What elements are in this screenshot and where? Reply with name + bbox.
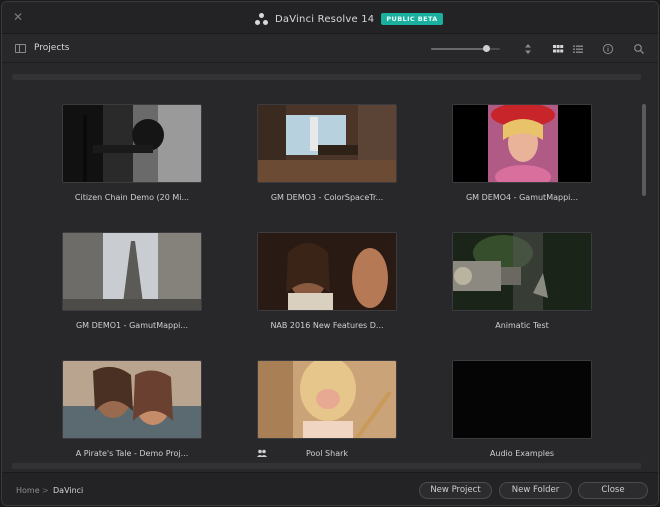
project-name: Citizen Chain Demo (20 Mi... [74, 193, 190, 202]
toolbar: Projects [2, 35, 658, 63]
project-thumbnail[interactable] [452, 104, 592, 183]
sort-icon[interactable] [522, 43, 534, 55]
close-button[interactable]: Close [578, 482, 648, 499]
project-name: GM DEMO1 - GamutMappi... [75, 321, 189, 330]
new-project-button[interactable]: New Project [419, 482, 492, 499]
search-icon[interactable] [633, 43, 645, 55]
project-thumbnail[interactable] [452, 232, 592, 311]
breadcrumb-current: DaVinci [53, 486, 84, 495]
project-manager-window: ✕ DaVinci Resolve 14 PUBLIC BETA Project… [1, 1, 659, 506]
project-thumbnail[interactable] [257, 360, 397, 439]
project-thumbnail[interactable] [62, 360, 202, 439]
project-name: GM DEMO3 - ColorSpaceTr... [270, 193, 384, 202]
project-thumbnail[interactable] [257, 104, 397, 183]
top-divider [12, 74, 641, 80]
info-icon[interactable] [602, 43, 614, 55]
breadcrumb-home[interactable]: Home [16, 486, 40, 496]
grid-view-icon[interactable] [552, 43, 564, 55]
breadcrumb-separator: > [42, 486, 49, 495]
beta-badge: PUBLIC BETA [381, 13, 443, 25]
app-title: DaVinci Resolve 14 [275, 13, 375, 25]
footer-bar: Home > DaVinci New Project New Folder Cl… [2, 472, 658, 505]
bottom-divider [12, 463, 641, 469]
thumbnail-size-slider[interactable] [431, 45, 500, 52]
slider-thumb[interactable] [483, 45, 491, 52]
project-thumbnail[interactable] [257, 232, 397, 311]
vertical-scrollbar[interactable] [642, 104, 646, 196]
projects-label: Projects [34, 43, 70, 53]
list-view-icon[interactable] [572, 43, 584, 55]
project-name: NAB 2016 New Features D... [270, 321, 384, 330]
project-name: GM DEMO4 - GamutMappi... [465, 193, 579, 202]
close-window-icon[interactable]: ✕ [13, 10, 23, 24]
project-thumbnail[interactable] [62, 232, 202, 311]
title-bar: ✕ DaVinci Resolve 14 PUBLIC BETA [2, 2, 658, 34]
panel-toggle-icon[interactable] [15, 44, 26, 53]
project-name: Pool Shark [305, 449, 349, 458]
title-group: DaVinci Resolve 14 PUBLIC BETA [255, 11, 443, 27]
davinci-logo-icon [255, 12, 269, 26]
project-name: A Pirate's Tale - Demo Proj... [75, 449, 189, 458]
project-name: Animatic Test [495, 321, 549, 330]
project-thumbnail[interactable] [62, 104, 202, 183]
project-grid-area: Citizen Chain Demo (20 Mi... GM DEMO3 - … [2, 64, 658, 472]
slider-fill [431, 48, 487, 50]
project-thumbnail[interactable] [452, 360, 592, 439]
project-name: Audio Examples [489, 449, 555, 458]
new-folder-button[interactable]: New Folder [499, 482, 572, 499]
